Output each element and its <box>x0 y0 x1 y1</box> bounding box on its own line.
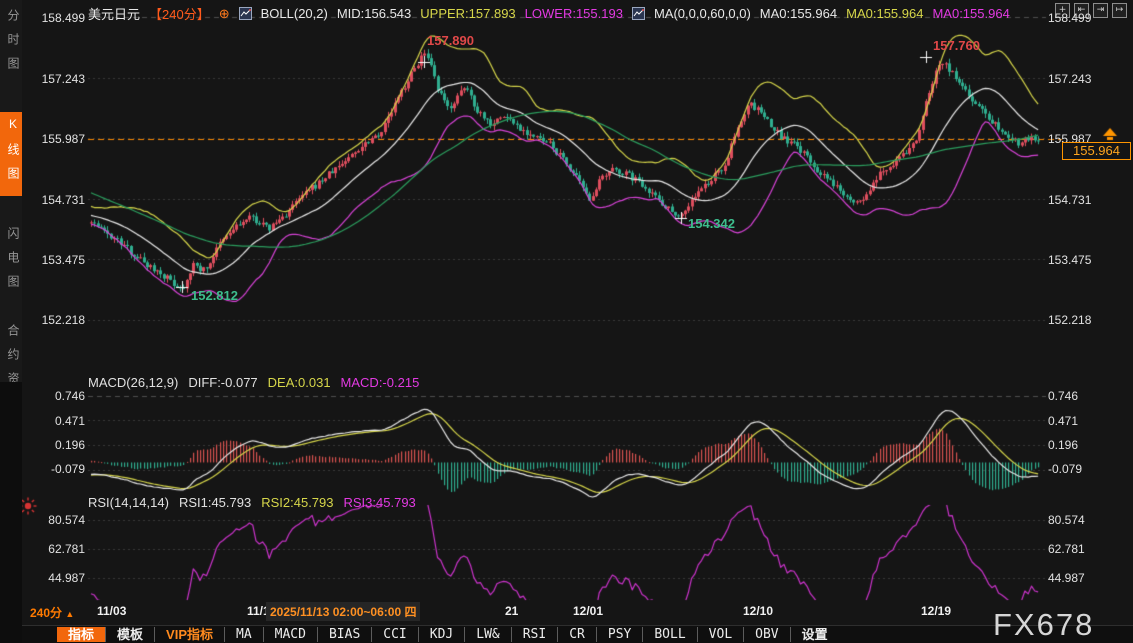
low-annotation: 152.812 <box>191 288 238 303</box>
macd-axis-label: 0.471 <box>29 414 85 428</box>
link-icon[interactable]: ⊕ <box>219 7 230 20</box>
macd-axis-label: 0.746 <box>1048 389 1078 403</box>
toolbar-item-boll[interactable]: BOLL <box>642 627 696 642</box>
period-arrow-icon: ▲ <box>65 609 74 619</box>
period-label[interactable]: 【240分】 <box>149 4 210 23</box>
rsi-axis-label: 80.574 <box>29 513 85 527</box>
high-annotation: 157.760 <box>933 38 980 53</box>
ma0-yellow-value: MA0:155.964 <box>846 6 923 21</box>
y-axis-label: 153.475 <box>29 253 85 267</box>
chart-header: 美元日元 【240分】 ⊕ BOLL(20,2) MID:156.543 UPP… <box>88 4 1010 23</box>
ma-label: MA(0,0,0,60,0,0) <box>654 6 751 21</box>
symbol-title: 美元日元 <box>88 4 140 23</box>
rsi-axis-label: 80.574 <box>1048 513 1085 527</box>
rsi2-value: RSI2:45.793 <box>261 495 333 510</box>
macd-axis-label: -0.079 <box>1048 462 1082 476</box>
macd-axis-label: 0.471 <box>1048 414 1078 428</box>
ma-indicator-icon[interactable] <box>632 7 645 20</box>
shift-right-icon[interactable]: ↦ <box>1112 3 1127 18</box>
macd-value: MACD:-0.215 <box>341 375 420 390</box>
toolbar-item-rsi[interactable]: RSI <box>511 627 557 642</box>
macd-axis-label: 0.196 <box>29 438 85 452</box>
toolbar-item-vol[interactable]: VOL <box>697 627 743 642</box>
y-axis-label: 155.987 <box>29 132 85 146</box>
boll-label: BOLL(20,2) <box>261 6 328 21</box>
rsi-header: RSI(14,14,14) RSI1:45.793 RSI2:45.793 RS… <box>88 495 416 510</box>
macd-axis-label: 0.196 <box>1048 438 1078 452</box>
rsi-axis-label: 44.987 <box>1048 571 1085 585</box>
rsi-axis-label: 44.987 <box>29 571 85 585</box>
toolbar-item-cr[interactable]: CR <box>557 627 596 642</box>
toolbar-item-indicator[interactable]: 指标 <box>57 627 105 642</box>
y-axis-label: 152.218 <box>29 313 85 327</box>
y-axis-label: 157.243 <box>29 72 85 86</box>
toolbar-item-template[interactable]: 模板 <box>105 627 154 642</box>
toolbar-item-vip-indicator[interactable]: VIP指标 <box>154 627 224 642</box>
toolbar-item-ma[interactable]: MA <box>224 627 263 642</box>
axis-right-icon[interactable]: ⇥ <box>1093 3 1108 18</box>
sidebar-spacer <box>0 382 22 643</box>
toolbar-item-settings[interactable]: 设置 <box>790 627 839 642</box>
date-label: 11/03 <box>97 604 126 618</box>
sidebar-tab-timeshare[interactable]: 分时图 <box>0 4 22 86</box>
boll-lower-value: LOWER:155.193 <box>525 6 623 21</box>
macd-axis-label: 0.746 <box>29 389 85 403</box>
toolbar-item-obv[interactable]: OBV <box>743 627 789 642</box>
sidebar-tab-lightning[interactable]: 闪电图 <box>0 222 22 304</box>
boll-mid-value: MID:156.543 <box>337 6 411 21</box>
chart-app-window: 美元日元 【240分】 ⊕ BOLL(20,2) MID:156.543 UPP… <box>0 0 1133 643</box>
toolbar-item-bias[interactable]: BIAS <box>317 627 371 642</box>
rsi-axis-label: 62.781 <box>1048 542 1085 556</box>
y-axis-label: 152.218 <box>1048 313 1091 327</box>
date-label: 12/10 <box>743 604 773 618</box>
period-selector[interactable]: 240分 ▲ <box>30 604 74 621</box>
high-annotation: 157.890 <box>427 33 474 48</box>
period-text: 240分 <box>30 606 62 620</box>
toolbar-item-kdj[interactable]: KDJ <box>418 627 464 642</box>
y-axis-label: 157.243 <box>1048 72 1091 86</box>
date-label: 12/19 <box>921 604 951 618</box>
y-axis-label: 153.475 <box>1048 253 1091 267</box>
rsi-title[interactable]: RSI(14,14,14) <box>88 495 169 510</box>
macd-dea-value: DEA:0.031 <box>268 375 331 390</box>
low-annotation: 154.342 <box>688 216 735 231</box>
toolbar-item-macd[interactable]: MACD <box>263 627 317 642</box>
rsi3-value: RSI3:45.793 <box>344 495 416 510</box>
indicator-toolbar: 指标 模板 VIP指标 MA MACD BIAS CCI KDJ LW& RSI… <box>22 625 1133 643</box>
boll-indicator-icon[interactable] <box>239 7 252 20</box>
macd-header: MACD(26,12,9) DIFF:-0.077 DEA:0.031 MACD… <box>88 375 419 390</box>
ma0-magenta-value: MA0:155.964 <box>932 6 1009 21</box>
y-axis-label: 154.731 <box>1048 193 1091 207</box>
fx678-watermark: FX678 <box>993 607 1094 643</box>
toolbar-item-psy[interactable]: PSY <box>596 627 642 642</box>
y-axis-label: 158.499 <box>1048 11 1091 25</box>
rsi1-value: RSI1:45.793 <box>179 495 251 510</box>
sidebar-tab-kline[interactable]: K线图 <box>0 112 22 196</box>
ma0-white-value: MA0:155.964 <box>760 6 837 21</box>
macd-axis-label: -0.079 <box>29 462 85 476</box>
date-label: 21 <box>505 604 518 618</box>
chart-canvas[interactable] <box>0 0 1133 643</box>
rsi-axis-label: 62.781 <box>29 542 85 556</box>
current-price-box: 155.964 <box>1062 142 1131 160</box>
macd-diff-value: DIFF:-0.077 <box>188 375 257 390</box>
macd-title[interactable]: MACD(26,12,9) <box>88 375 178 390</box>
date-label: 12/01 <box>573 604 603 618</box>
toolbar-item-cci[interactable]: CCI <box>371 627 417 642</box>
y-axis-label: 154.731 <box>29 193 85 207</box>
crosshair-time-tooltip: 2025/11/13 02:00~06:00 四 <box>266 602 420 621</box>
toolbar-item-lwr[interactable]: LW& <box>464 627 510 642</box>
boll-upper-value: UPPER:157.893 <box>420 6 515 21</box>
y-axis-label: 158.499 <box>29 11 85 25</box>
